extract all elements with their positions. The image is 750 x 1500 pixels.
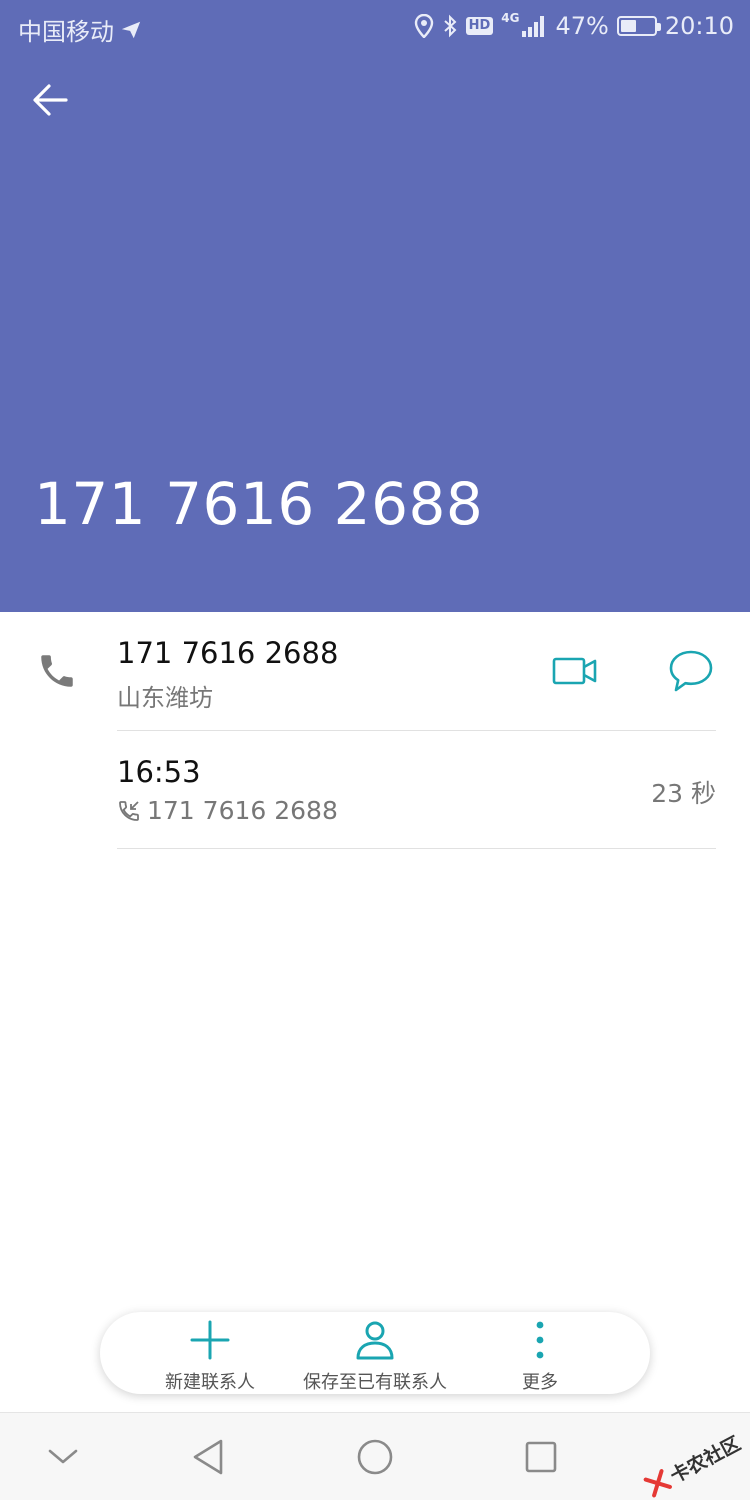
more-button[interactable]: 更多 <box>500 1312 580 1394</box>
carrier-name: 中国移动 <box>18 18 114 46</box>
signal-icon <box>521 15 547 37</box>
hd-badge: HD <box>465 17 494 35</box>
call-detail: 171 7616 2688 <box>117 796 338 825</box>
person-icon <box>356 1321 394 1360</box>
video-camera-icon <box>552 657 597 685</box>
phone-icon <box>36 650 78 696</box>
circle-home-icon <box>357 1439 393 1475</box>
header: 中国移动 HD 4G 47% 20:10 171 7616 2688 <box>0 0 750 612</box>
call-duration: 23 秒 <box>651 779 716 808</box>
battery-percent: 47% <box>555 12 609 40</box>
action-bar: 新建联系人 保存至已有联系人 更多 <box>100 1312 650 1394</box>
call-number: 171 7616 2688 <box>147 796 338 825</box>
square-recents-icon <box>525 1441 557 1473</box>
nav-home-button[interactable] <box>330 1413 420 1500</box>
status-right: HD 4G 47% 20:10 <box>414 11 734 40</box>
status-bar: 中国移动 HD 4G 47% 20:10 <box>0 0 750 52</box>
network-type: 4G <box>501 11 520 25</box>
chevron-down-icon <box>48 1449 78 1464</box>
battery-icon <box>616 16 661 36</box>
triangle-back-icon <box>193 1439 223 1475</box>
send-icon <box>120 19 142 41</box>
status-left: 中国移动 <box>18 12 142 47</box>
plus-icon <box>190 1320 230 1360</box>
new-contact-button[interactable]: 新建联系人 <box>150 1312 270 1394</box>
system-nav-bar <box>0 1412 750 1500</box>
save-existing-label: 保存至已有联系人 <box>303 1372 447 1393</box>
more-vertical-icon <box>536 1321 544 1359</box>
contact-number: 171 7616 2688 <box>117 636 339 670</box>
nav-recents-button[interactable] <box>496 1413 586 1500</box>
divider <box>117 848 716 849</box>
message-button[interactable] <box>664 644 718 698</box>
back-button[interactable] <box>24 76 76 124</box>
new-contact-label: 新建联系人 <box>165 1372 255 1393</box>
header-phone-number: 171 7616 2688 <box>34 470 484 538</box>
bluetooth-icon <box>442 14 458 38</box>
divider <box>117 730 716 731</box>
clock: 20:10 <box>664 12 734 40</box>
nav-collapse-button[interactable] <box>18 1413 108 1500</box>
call-time: 16:53 <box>117 755 201 789</box>
nav-back-button[interactable] <box>163 1413 253 1500</box>
save-existing-contact-button[interactable]: 保存至已有联系人 <box>295 1312 455 1394</box>
contact-location: 山东潍坊 <box>117 684 213 712</box>
incoming-call-icon <box>119 800 139 821</box>
message-bubble-icon <box>669 650 713 692</box>
contact-row[interactable] <box>0 612 750 730</box>
battery-level-fill <box>620 20 636 32</box>
battery-tip <box>656 23 661 31</box>
more-label: 更多 <box>522 1372 558 1393</box>
arrow-left-icon <box>33 84 68 116</box>
location-icon <box>414 14 434 38</box>
video-call-button[interactable] <box>548 648 602 694</box>
